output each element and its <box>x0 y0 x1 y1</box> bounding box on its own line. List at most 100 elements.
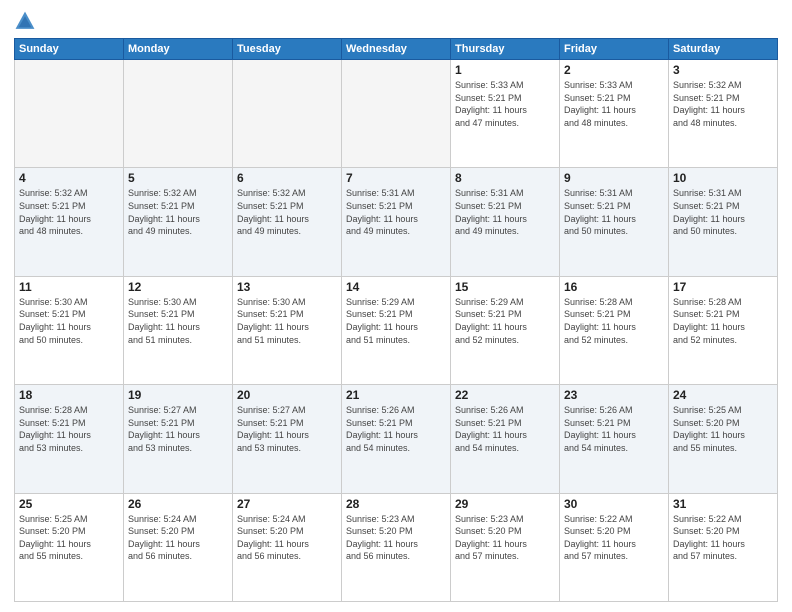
calendar-day-cell: 21Sunrise: 5:26 AMSunset: 5:21 PMDayligh… <box>342 385 451 493</box>
day-info: Sunrise: 5:22 AMSunset: 5:20 PMDaylight:… <box>673 513 773 563</box>
day-info: Sunrise: 5:22 AMSunset: 5:20 PMDaylight:… <box>564 513 664 563</box>
page: SundayMondayTuesdayWednesdayThursdayFrid… <box>0 0 792 612</box>
day-info: Sunrise: 5:23 AMSunset: 5:20 PMDaylight:… <box>455 513 555 563</box>
calendar-day-cell: 31Sunrise: 5:22 AMSunset: 5:20 PMDayligh… <box>669 493 778 601</box>
logo-icon <box>14 10 36 32</box>
calendar-day-cell: 29 Sunrise: 5:23 AMSunset: 5:20 PMDayligh… <box>451 493 560 601</box>
day-number: 5 <box>128 171 228 185</box>
day-info: Sunrise: 5:27 AMSunset: 5:21 PMDaylight:… <box>237 404 337 454</box>
calendar-day-cell: 14 Sunrise: 5:29 AMSunset: 5:21 PMDayligh… <box>342 276 451 384</box>
day-info: Sunrise: 5:25 AMSunset: 5:20 PMDaylight:… <box>19 513 119 563</box>
calendar-day-cell <box>124 60 233 168</box>
day-info: Sunrise: 5:23 AMSunset: 5:20 PMDaylight:… <box>346 513 446 563</box>
day-number: 25 <box>19 497 119 511</box>
calendar-day-cell: 18Sunrise: 5:28 AMSunset: 5:21 PMDayligh… <box>15 385 124 493</box>
calendar-day-cell: 5 Sunrise: 5:32 AMSunset: 5:21 PMDaylight… <box>124 168 233 276</box>
calendar-day-cell: 26Sunrise: 5:24 AMSunset: 5:20 PMDayligh… <box>124 493 233 601</box>
day-number: 4 <box>19 171 119 185</box>
calendar-day-cell: 17 Sunrise: 5:28 AMSunset: 5:21 PMDayligh… <box>669 276 778 384</box>
day-number: 29 <box>455 497 555 511</box>
calendar-day-cell <box>15 60 124 168</box>
calendar-day-cell: 13Sunrise: 5:30 AMSunset: 5:21 PMDayligh… <box>233 276 342 384</box>
calendar-day-cell: 9 Sunrise: 5:31 AMSunset: 5:21 PMDaylight… <box>560 168 669 276</box>
day-info: Sunrise: 5:27 AMSunset: 5:21 PMDaylight:… <box>128 404 228 454</box>
calendar-day-cell: 8 Sunrise: 5:31 AMSunset: 5:21 PMDaylight… <box>451 168 560 276</box>
calendar-day-cell: 16 Sunrise: 5:28 AMSunset: 5:21 PMDayligh… <box>560 276 669 384</box>
day-info: Sunrise: 5:26 AMSunset: 5:21 PMDaylight:… <box>564 404 664 454</box>
calendar-day-cell: 24 Sunrise: 5:25 AMSunset: 5:20 PMDayligh… <box>669 385 778 493</box>
weekday-header: Monday <box>124 39 233 60</box>
day-number: 10 <box>673 171 773 185</box>
day-number: 8 <box>455 171 555 185</box>
calendar-week-row: 11 Sunrise: 5:30 AMSunset: 5:21 PMDayligh… <box>15 276 778 384</box>
logo <box>14 10 40 32</box>
calendar-day-cell <box>233 60 342 168</box>
calendar-day-cell: 22 Sunrise: 5:26 AMSunset: 5:21 PMDayligh… <box>451 385 560 493</box>
day-info: Sunrise: 5:32 AMSunset: 5:21 PMDaylight:… <box>128 187 228 237</box>
day-info: Sunrise: 5:30 AMSunset: 5:21 PMDaylight:… <box>19 296 119 346</box>
day-info: Sunrise: 5:28 AMSunset: 5:21 PMDaylight:… <box>564 296 664 346</box>
day-number: 1 <box>455 63 555 77</box>
day-info: Sunrise: 5:32 AMSunset: 5:21 PMDaylight:… <box>237 187 337 237</box>
calendar-day-cell: 4 Sunrise: 5:32 AMSunset: 5:21 PMDaylight… <box>15 168 124 276</box>
calendar-day-cell: 10 Sunrise: 5:31 AMSunset: 5:21 PMDayligh… <box>669 168 778 276</box>
weekday-header: Friday <box>560 39 669 60</box>
day-number: 23 <box>564 388 664 402</box>
day-number: 24 <box>673 388 773 402</box>
day-number: 17 <box>673 280 773 294</box>
calendar-week-row: 25 Sunrise: 5:25 AMSunset: 5:20 PMDayligh… <box>15 493 778 601</box>
weekday-header: Tuesday <box>233 39 342 60</box>
day-info: Sunrise: 5:31 AMSunset: 5:21 PMDaylight:… <box>673 187 773 237</box>
day-info: Sunrise: 5:32 AMSunset: 5:21 PMDaylight:… <box>19 187 119 237</box>
day-number: 20 <box>237 388 337 402</box>
day-number: 28 <box>346 497 446 511</box>
day-info: Sunrise: 5:29 AMSunset: 5:21 PMDaylight:… <box>455 296 555 346</box>
day-number: 6 <box>237 171 337 185</box>
weekday-header: Thursday <box>451 39 560 60</box>
calendar-header-row: SundayMondayTuesdayWednesdayThursdayFrid… <box>15 39 778 60</box>
day-number: 11 <box>19 280 119 294</box>
day-number: 26 <box>128 497 228 511</box>
weekday-header: Sunday <box>15 39 124 60</box>
day-info: Sunrise: 5:30 AMSunset: 5:21 PMDaylight:… <box>237 296 337 346</box>
calendar-day-cell <box>342 60 451 168</box>
day-info: Sunrise: 5:25 AMSunset: 5:20 PMDaylight:… <box>673 404 773 454</box>
day-number: 22 <box>455 388 555 402</box>
calendar-day-cell: 25 Sunrise: 5:25 AMSunset: 5:20 PMDayligh… <box>15 493 124 601</box>
day-info: Sunrise: 5:28 AMSunset: 5:21 PMDaylight:… <box>673 296 773 346</box>
day-info: Sunrise: 5:31 AMSunset: 5:21 PMDaylight:… <box>455 187 555 237</box>
calendar-day-cell: 20 Sunrise: 5:27 AMSunset: 5:21 PMDayligh… <box>233 385 342 493</box>
day-number: 21 <box>346 388 446 402</box>
day-number: 2 <box>564 63 664 77</box>
day-number: 19 <box>128 388 228 402</box>
day-info: Sunrise: 5:30 AMSunset: 5:21 PMDaylight:… <box>128 296 228 346</box>
calendar-day-cell: 2Sunrise: 5:33 AMSunset: 5:21 PMDaylight… <box>560 60 669 168</box>
weekday-header: Wednesday <box>342 39 451 60</box>
day-info: Sunrise: 5:31 AMSunset: 5:21 PMDaylight:… <box>564 187 664 237</box>
calendar-day-cell: 12Sunrise: 5:30 AMSunset: 5:21 PMDayligh… <box>124 276 233 384</box>
day-number: 14 <box>346 280 446 294</box>
day-number: 15 <box>455 280 555 294</box>
day-info: Sunrise: 5:29 AMSunset: 5:21 PMDaylight:… <box>346 296 446 346</box>
day-number: 3 <box>673 63 773 77</box>
day-info: Sunrise: 5:33 AMSunset: 5:21 PMDaylight:… <box>455 79 555 129</box>
calendar-day-cell: 19 Sunrise: 5:27 AMSunset: 5:21 PMDayligh… <box>124 385 233 493</box>
calendar-day-cell: 1 Sunrise: 5:33 AMSunset: 5:21 PMDaylight… <box>451 60 560 168</box>
day-number: 27 <box>237 497 337 511</box>
calendar-table: SundayMondayTuesdayWednesdayThursdayFrid… <box>14 38 778 602</box>
day-info: Sunrise: 5:31 AMSunset: 5:21 PMDaylight:… <box>346 187 446 237</box>
day-number: 9 <box>564 171 664 185</box>
day-info: Sunrise: 5:26 AMSunset: 5:21 PMDaylight:… <box>455 404 555 454</box>
day-info: Sunrise: 5:28 AMSunset: 5:21 PMDaylight:… <box>19 404 119 454</box>
calendar-day-cell: 27Sunrise: 5:24 AMSunset: 5:20 PMDayligh… <box>233 493 342 601</box>
day-info: Sunrise: 5:32 AMSunset: 5:21 PMDaylight:… <box>673 79 773 129</box>
calendar-week-row: 18Sunrise: 5:28 AMSunset: 5:21 PMDayligh… <box>15 385 778 493</box>
calendar-day-cell: 7 Sunrise: 5:31 AMSunset: 5:21 PMDaylight… <box>342 168 451 276</box>
calendar-day-cell: 28 Sunrise: 5:23 AMSunset: 5:20 PMDayligh… <box>342 493 451 601</box>
day-number: 30 <box>564 497 664 511</box>
day-number: 7 <box>346 171 446 185</box>
day-number: 16 <box>564 280 664 294</box>
calendar-day-cell: 30 Sunrise: 5:22 AMSunset: 5:20 PMDayligh… <box>560 493 669 601</box>
calendar-day-cell: 23 Sunrise: 5:26 AMSunset: 5:21 PMDayligh… <box>560 385 669 493</box>
calendar-day-cell: 3 Sunrise: 5:32 AMSunset: 5:21 PMDaylight… <box>669 60 778 168</box>
